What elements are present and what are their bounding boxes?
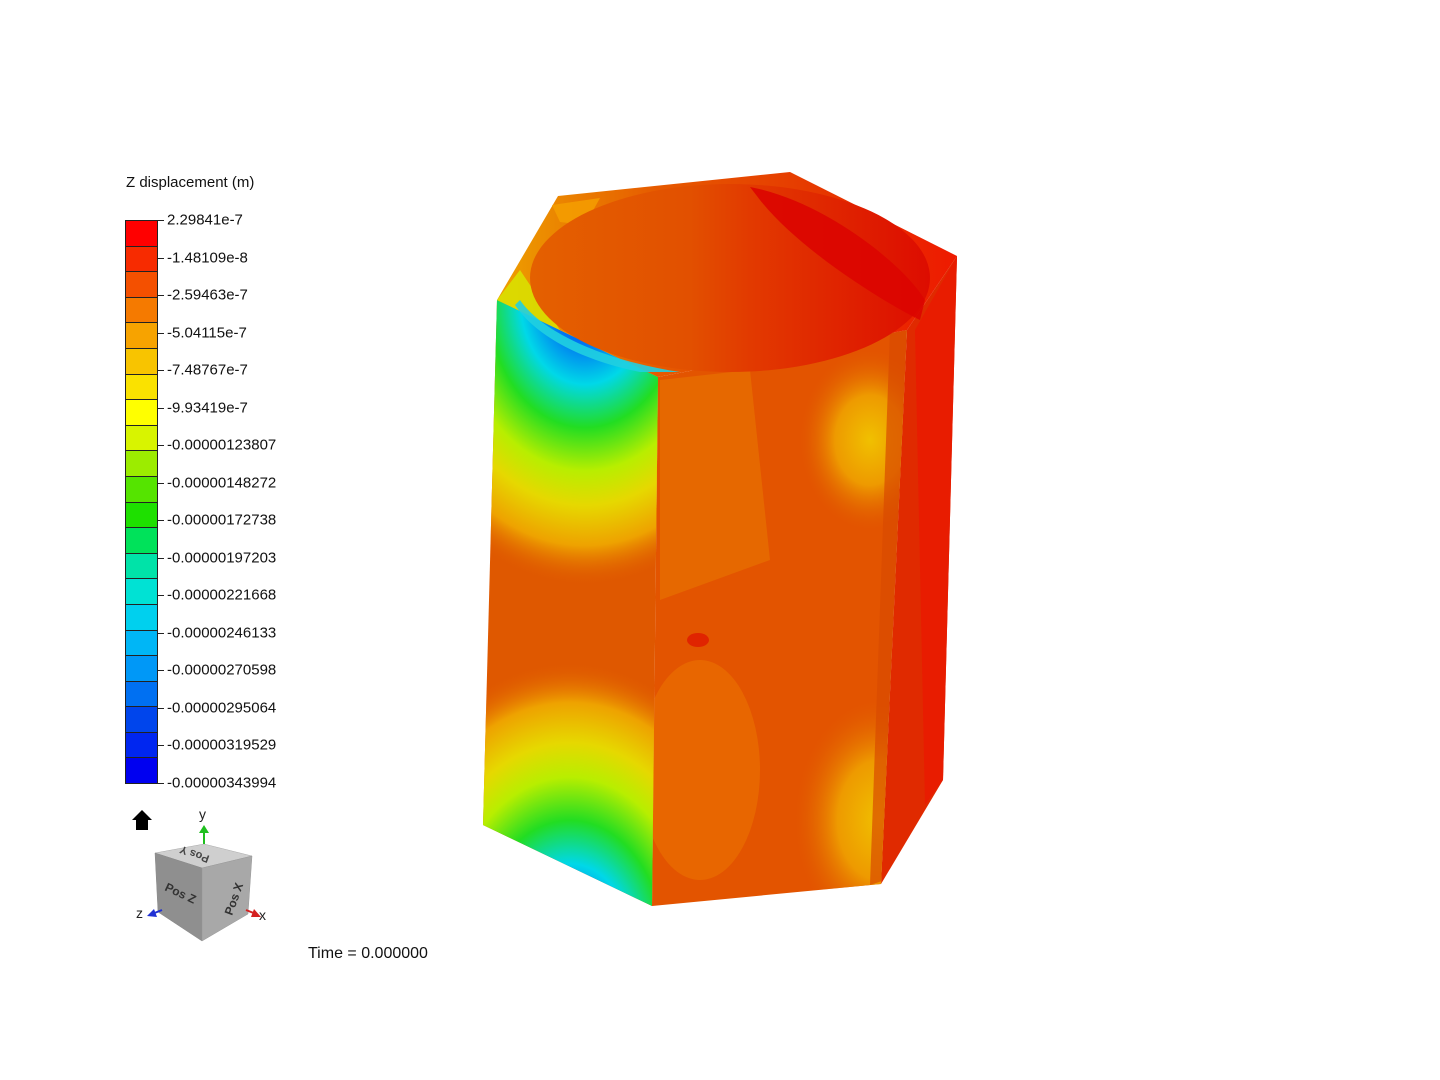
hotspot-red-dot — [687, 633, 709, 647]
3d-viewport[interactable] — [0, 0, 1440, 1080]
hexagonal-tank-model[interactable] — [395, 130, 965, 1070]
